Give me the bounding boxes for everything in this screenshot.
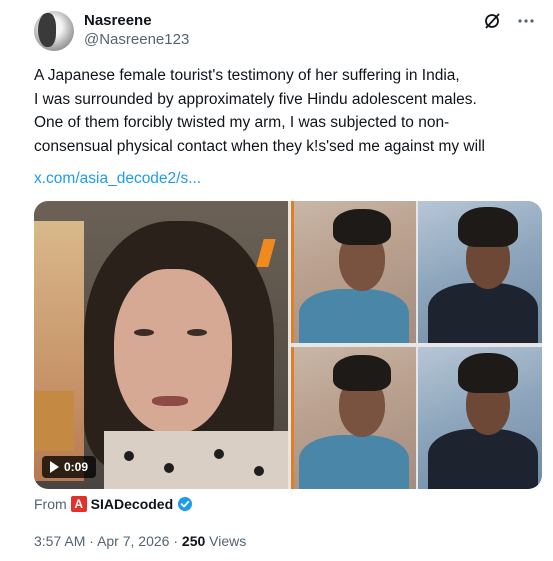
avatar[interactable] (34, 11, 74, 51)
tweet-text-line: consensual physical contact when they k!… (34, 137, 485, 155)
from-label: From (34, 496, 67, 512)
media-photo[interactable] (418, 201, 542, 343)
play-icon (50, 461, 59, 473)
meta-separator: · (173, 533, 179, 549)
source-name[interactable]: SIADecoded (91, 496, 173, 512)
author-name[interactable]: Nasreene (84, 12, 152, 29)
media-photo[interactable] (291, 201, 416, 343)
media-photo[interactable] (418, 347, 542, 489)
video-duration-badge[interactable]: 0:09 (42, 456, 97, 478)
tweet-card: Nasreene @Nasreene123 A Japanese female … (0, 0, 553, 561)
media-photo[interactable] (291, 347, 416, 489)
meta-separator: · (89, 533, 94, 549)
video-duration: 0:09 (64, 460, 89, 474)
tweet-text-line: One of them forcibly twisted my arm, I w… (34, 114, 450, 131)
tweet-time[interactable]: 3:57 AM (34, 533, 85, 549)
tweet-date[interactable]: Apr 7, 2026 (97, 533, 169, 549)
grok-icon[interactable] (483, 12, 501, 30)
tweet-meta: 3:57 AM · Apr 7, 2026 · 250 Views (34, 533, 246, 549)
more-icon[interactable] (517, 12, 535, 30)
verified-badge-icon (177, 496, 193, 512)
tweet-link[interactable]: x.com/asia_decode2/s... (34, 170, 201, 188)
source-logo[interactable]: A (70, 496, 87, 512)
video-player[interactable]: 0:09 (34, 201, 288, 489)
views-count: 250 (181, 533, 206, 549)
source-attribution: From A SIADecoded (34, 496, 193, 512)
tweet-text-line: A Japanese female tourist's testimony of… (34, 67, 460, 84)
views-label: Views (209, 533, 247, 549)
media-grid: 0:09 (34, 201, 542, 489)
tweet-text-line: I was surrounded by approximately five H… (34, 90, 477, 108)
tweet-text: A Japanese female tourist's testimony of… (34, 64, 534, 158)
author-handle[interactable]: @Nasreene123 (84, 31, 189, 48)
